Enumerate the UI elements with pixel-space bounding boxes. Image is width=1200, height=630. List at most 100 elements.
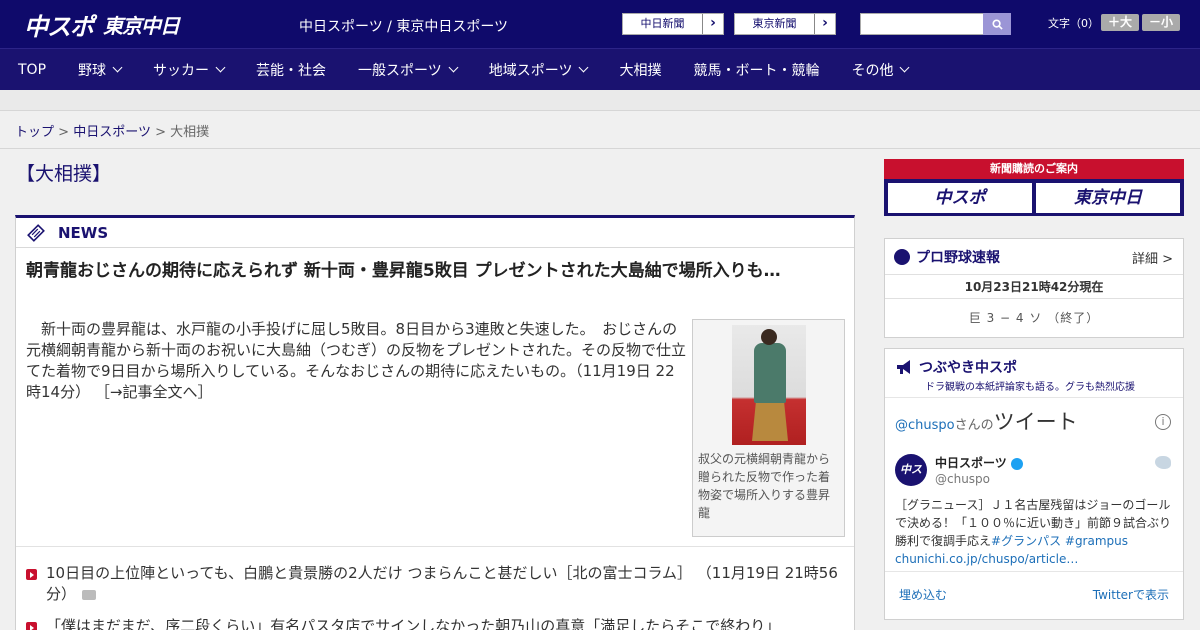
twitter-widget-title: つぶやき中スポ	[919, 360, 1017, 376]
nav-item-general-sports[interactable]: 一般スポーツ	[358, 60, 459, 80]
lead-photo-box: 叔父の元横綱朝青龍から贈られた反物で作った着物姿で場所入りする豊昇龍	[692, 319, 845, 537]
timeline-san: さんの	[954, 418, 994, 433]
promo-tokyo-chunichi: 東京中日	[1036, 183, 1180, 213]
read-more-link[interactable]: ［→記事全文へ］	[95, 383, 213, 401]
pro-baseball-time: 10月23日21時42分現在	[885, 275, 1183, 299]
nav-label: 競馬・ボート・競輪	[693, 62, 820, 79]
nav-item-local-sports[interactable]: 地域スポーツ	[488, 60, 589, 80]
page-title: 【大相撲】	[16, 163, 112, 185]
info-icon[interactable]: i	[1155, 414, 1171, 430]
news-label: NEWS	[58, 223, 109, 242]
play-bullet-icon	[26, 622, 37, 630]
logo-chuspo: 中スポ	[24, 12, 94, 41]
search-icon	[991, 18, 1003, 30]
lead-article-body: 新十両の豊昇龍は、水戸龍の小手投げに屈し5敗目。8日目から3連敗と失速した。 お…	[26, 319, 686, 403]
nav-item-sumo[interactable]: 大相撲	[619, 60, 661, 80]
photo-figure-body	[754, 343, 786, 403]
promo-chuspo: 中スポ	[888, 183, 1032, 213]
breadcrumb-sep: >	[155, 125, 166, 140]
camera-icon	[82, 589, 97, 600]
news-list: 10日目の上位陣といっても、白鵬と貴景勝の2人だけ つまらんこと甚だしい［北の富…	[26, 563, 846, 630]
verified-icon	[1010, 457, 1023, 470]
tweet-hashtags[interactable]: #グランパス #grampus	[991, 534, 1128, 548]
nav-label: 地域スポーツ	[488, 62, 573, 79]
photo-figure-head	[761, 329, 777, 345]
lead-article-title[interactable]: 朝青龍おじさんの期待に応えられず 新十両・豊昇龍5敗目 プレゼントされた大島紬で…	[26, 258, 836, 284]
newspaper-icon	[27, 223, 45, 242]
nav-label: TOP	[18, 61, 47, 78]
chevron-down-icon	[579, 62, 589, 73]
breadcrumb: トップ > 中日スポーツ > 大相撲	[15, 121, 209, 140]
chevron-down-icon	[112, 62, 123, 73]
timeline-handle-link[interactable]: @chuspo	[895, 418, 955, 433]
timeline-title-text: ツイート	[993, 410, 1078, 434]
font-size-up-button[interactable]: ＋大	[1101, 14, 1139, 31]
list-item[interactable]: 10日目の上位陣といっても、白鵬と貴景勝の2人だけ つまらんこと甚だしい［北の富…	[26, 563, 846, 605]
avatar[interactable]: 中スポ	[895, 454, 927, 508]
twitter-widget: つぶやき中スポ ドラ観戦の本紙評論家も語る。グラも熱烈応援 @chuspoさんの…	[884, 348, 1184, 620]
tweet-text: ［グラニュース］Ｊ１名古屋残留はジョーのゴールで決める！「１００％に近い動き」前…	[895, 496, 1175, 568]
tokyo-shimbun-link[interactable]: 東京新聞 ›	[734, 13, 836, 35]
chunichi-shimbun-link[interactable]: 中日新聞 ›	[622, 13, 724, 35]
chevron-down-icon	[900, 62, 910, 73]
nav-label: 一般スポーツ	[358, 62, 442, 79]
nav-item-baseball[interactable]: 野球	[78, 60, 123, 80]
nav-item-soccer[interactable]: サッカー	[153, 60, 226, 80]
pro-baseball-widget: プロ野球速報 詳細 > 10月23日21時42分現在 巨 3 − 4 ソ （終了…	[884, 238, 1184, 338]
pro-baseball-score[interactable]: 巨 3 − 4 ソ （終了）	[885, 299, 1183, 337]
font-size-down-button[interactable]: －小	[1142, 14, 1180, 31]
embed-link[interactable]: 埋め込む	[899, 586, 947, 603]
pro-baseball-detail-link[interactable]: 詳細 >	[1132, 248, 1173, 267]
pro-baseball-header: プロ野球速報 詳細 >	[885, 239, 1183, 275]
chevron-right-icon: ›	[822, 15, 828, 31]
search-input[interactable]	[860, 13, 984, 35]
megaphone-icon	[897, 360, 910, 374]
logo-tokyo-chunichi: 東京中日	[103, 13, 180, 38]
lead-photo[interactable]	[732, 325, 806, 445]
list-item[interactable]: 「僕はまだまだ、序二段くらい」有名パスタ店でサインしなかった朝乃山の真意「満足し…	[26, 616, 846, 630]
chevron-down-icon	[448, 62, 459, 73]
list-item-text: 10日目の上位陣といっても、白鵬と貴景勝の2人だけ つまらんこと甚だしい［北の富…	[46, 564, 838, 603]
sub-bar	[0, 90, 1200, 111]
baseball-icon	[894, 248, 910, 265]
site-logo[interactable]: 中スポ 東京中日	[24, 9, 180, 41]
twitter-bird-icon[interactable]	[1155, 456, 1171, 469]
nav-label: 芸能・社会	[256, 62, 327, 79]
tweet-link[interactable]: chunichi.co.jp/chuspo/article…	[895, 552, 1078, 566]
chunichi-shimbun-label: 中日新聞	[623, 14, 703, 34]
twitter-widget-header: つぶやき中スポ ドラ観戦の本紙評論家も語る。グラも熱烈応援	[885, 349, 1183, 397]
divider	[885, 571, 1183, 572]
breadcrumb-home[interactable]: トップ	[15, 125, 54, 140]
tweet-author-name[interactable]: 中日スポーツ	[935, 454, 1023, 471]
nav-label: 大相撲	[619, 62, 662, 79]
divider	[0, 148, 1200, 149]
site-title: 中日スポーツ / 東京中日スポーツ	[299, 19, 509, 35]
tweet-author-name-text: 中日スポーツ	[935, 456, 1007, 470]
subscription-banner-title: 新聞購読のご案内	[990, 162, 1078, 175]
breadcrumb-section[interactable]: 中日スポーツ	[73, 125, 151, 140]
divider	[16, 546, 854, 547]
nav-label: その他	[851, 62, 894, 79]
tweet-author-handle[interactable]: @chuspo	[935, 472, 990, 486]
list-item-text: 「僕はまだまだ、序二段くらい」有名パスタ店でサインしなかった朝乃山の真意「満足し…	[46, 617, 781, 630]
chevron-right-icon: ›	[710, 15, 716, 31]
nav-item-entertainment[interactable]: 芸能・社会	[256, 60, 326, 80]
nav-item-other[interactable]: その他	[851, 60, 910, 80]
view-on-twitter-link[interactable]: Twitterで表示	[1093, 586, 1169, 603]
play-bullet-icon	[26, 569, 37, 580]
nav-item-racing[interactable]: 競馬・ボート・競輪	[693, 60, 819, 80]
nav-label: 野球	[78, 62, 107, 79]
nav-label: サッカー	[153, 62, 210, 79]
top-header: 中スポ 東京中日 中日スポーツ / 東京中日スポーツ 中日新聞 › 東京新聞 ›…	[0, 0, 1200, 48]
pro-baseball-title: プロ野球速報	[916, 249, 1000, 266]
chevron-down-icon	[215, 62, 226, 73]
news-header: NEWS	[16, 218, 854, 248]
main-nav: TOP 野球 サッカー 芸能・社会 一般スポーツ 地域スポーツ 大相撲 競馬・ボ…	[0, 48, 1200, 90]
search-button[interactable]	[983, 13, 1011, 35]
photo-caption: 叔父の元横綱朝青龍から贈られた反物で作った着物姿で場所入りする豊昇龍	[698, 452, 831, 520]
breadcrumb-sep: >	[58, 125, 70, 140]
breadcrumb-current: 大相撲	[170, 125, 210, 140]
nav-item-top[interactable]: TOP	[18, 62, 46, 78]
timeline-title: @chuspoさんのツイート	[895, 406, 1078, 436]
news-section: NEWS 朝青龍おじさんの期待に応えられず 新十両・豊昇龍5敗目 プレゼントされ…	[15, 215, 855, 630]
